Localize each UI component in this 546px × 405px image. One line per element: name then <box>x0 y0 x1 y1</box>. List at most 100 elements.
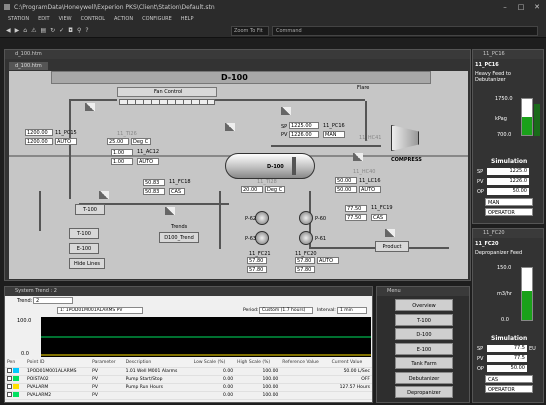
display-tab[interactable]: d_100.htm <box>5 50 470 59</box>
ac12-mode[interactable]: AUTO <box>137 158 159 165</box>
pump-p61: P-61 <box>315 236 327 242</box>
print-icon[interactable]: ▤ <box>40 27 46 34</box>
nav-button[interactable]: D-100 <box>395 328 453 340</box>
fc18-sp[interactable]: 50.83 <box>143 179 165 186</box>
checkbox[interactable] <box>7 391 12 397</box>
menu-item[interactable]: STATION <box>8 16 29 22</box>
valve-icon[interactable] <box>385 229 395 237</box>
back-icon[interactable]: ◀ <box>6 27 11 34</box>
vessel-level <box>292 157 296 175</box>
check-icon[interactable]: ✓ <box>59 27 64 34</box>
fc19-pv: 77.50 <box>345 214 367 221</box>
mode-select[interactable]: MAN <box>485 198 533 206</box>
pen-cell[interactable] <box>5 391 26 400</box>
nav-button[interactable]: Tank Farm <box>395 357 453 369</box>
table-row[interactable]: PVALARM PV Pump Run Hours 0.00 100.00 127.57 … <box>5 383 372 392</box>
home-icon[interactable]: ⌂ <box>23 27 27 34</box>
t100-nav-button[interactable]: T-100 <box>69 228 99 239</box>
pen-swatch <box>13 383 20 389</box>
checkbox[interactable] <box>7 383 12 389</box>
fc19-sp[interactable]: 77.50 <box>345 205 367 212</box>
close-button[interactable]: ✕ <box>530 1 544 12</box>
menu-item[interactable]: CONTROL <box>81 16 105 22</box>
lock-icon[interactable]: ◘ <box>68 27 73 34</box>
table-cell: 100.00 <box>235 375 281 384</box>
checkbox[interactable] <box>7 375 12 381</box>
fp2-op[interactable]: 50.00 <box>487 365 527 372</box>
nav-button[interactable]: T-100 <box>395 313 453 326</box>
column-header[interactable]: Pen <box>5 359 26 368</box>
inner-tab[interactable]: d_100.htm <box>9 62 48 70</box>
period-label: Period: <box>243 308 259 313</box>
table-row[interactable]: PVALARM2 PV 0.00 100.00 <box>5 391 372 400</box>
command-input[interactable]: Command <box>272 26 538 36</box>
pc16-mode[interactable]: MAN <box>323 131 345 138</box>
pc15-sp[interactable]: 1200.00 <box>25 129 53 136</box>
valve-icon[interactable] <box>165 207 175 215</box>
alarm-icon[interactable]: ⚠ <box>31 27 36 34</box>
maximize-button[interactable]: □ <box>514 1 528 12</box>
minimize-button[interactable]: – <box>498 1 512 12</box>
table-row[interactable]: 1POD01M001ALARMS PV 1.01 Well M001 Alarms 0… <box>5 367 372 376</box>
pen-cell[interactable] <box>5 367 26 376</box>
column-header[interactable]: Parameter <box>90 359 124 368</box>
fc21-sp[interactable]: 57.80 <box>247 257 267 264</box>
pc16-sp[interactable]: 1225.00 <box>289 122 319 129</box>
column-header[interactable]: Description <box>123 359 192 368</box>
pipe <box>39 191 41 231</box>
nav-button[interactable]: E-100 <box>395 342 453 355</box>
ac12-sp[interactable]: 1.00 <box>111 149 133 156</box>
product-button[interactable]: Product <box>375 241 409 252</box>
column-header[interactable]: High Scale (%) <box>235 359 281 368</box>
fc20-sp[interactable]: 57.80 <box>295 257 315 264</box>
pc15-mode[interactable]: AUTO <box>55 138 77 145</box>
column-header[interactable]: Reference Value <box>280 359 330 368</box>
column-header[interactable]: Low Scale (%) <box>191 359 236 368</box>
valve-icon[interactable] <box>353 153 363 161</box>
point-select[interactable]: 1: 1POD01M001ALARMS PV <box>57 307 143 314</box>
nav-panel: Menu Overview T-100 D-100 E-100 Tank Farm Deb… <box>376 286 470 403</box>
nav-button[interactable]: Overview <box>395 299 453 311</box>
nav-button[interactable]: Debutanizer <box>395 371 453 384</box>
table-row[interactable]: POISTA02 PV Pump Start/Stop 0.00 100.00 OFF <box>5 375 372 384</box>
fp2-sp[interactable]: 77.5 <box>487 345 527 352</box>
role-select[interactable]: OPERATOR <box>485 208 533 216</box>
menu-item[interactable]: EDIT <box>38 16 50 22</box>
checkbox[interactable] <box>7 367 12 373</box>
menu-item[interactable]: VIEW <box>59 16 72 22</box>
menu-item[interactable]: CONFIGURE <box>142 16 172 22</box>
interval-select[interactable]: 1 min <box>337 307 367 314</box>
e100-nav-button[interactable]: E-100 <box>69 243 99 254</box>
fc20-mode[interactable]: AUTO <box>317 257 339 264</box>
role-select[interactable]: OPERATOR <box>485 385 533 393</box>
mode-select[interactable]: CAS <box>485 375 533 383</box>
help-icon[interactable]: ? <box>85 27 88 34</box>
forward-icon[interactable]: ▶ <box>15 27 20 34</box>
valve-icon[interactable] <box>85 103 95 111</box>
fp1-op[interactable]: 50.00 <box>487 188 529 195</box>
period-select[interactable]: Custom (1.7 hours) <box>259 307 313 314</box>
column-header[interactable]: Current Value <box>329 359 372 368</box>
lc16-sp[interactable]: 50.00 <box>335 177 357 184</box>
lc16-mode[interactable]: AUTO <box>359 186 381 193</box>
valve-icon[interactable] <box>99 191 109 199</box>
fp1-sp[interactable]: 1225.0 <box>487 168 529 175</box>
valve-icon[interactable] <box>281 107 291 115</box>
pen-cell[interactable] <box>5 383 26 392</box>
pen-cell[interactable] <box>5 375 26 384</box>
fc19-mode[interactable]: CAS <box>371 214 387 221</box>
zoom-select[interactable]: Zoom To Fit <box>231 26 269 36</box>
d100-trend-button[interactable]: D100_Trend <box>159 232 199 243</box>
menu-item[interactable]: ACTION <box>114 16 133 22</box>
valve-icon[interactable] <box>225 123 235 131</box>
nav-button[interactable]: Depropanizer <box>395 386 453 398</box>
fc18-mode[interactable]: CAS <box>169 188 185 195</box>
hide-lines-button[interactable]: Hide Lines <box>69 258 105 269</box>
t100-button[interactable]: T-100 <box>75 204 105 215</box>
table-cell: PV <box>90 391 124 400</box>
column-header[interactable]: Point ID <box>25 359 91 368</box>
search-icon[interactable]: ⚲ <box>77 27 81 34</box>
refresh-icon[interactable]: ↻ <box>50 27 55 34</box>
menu-item[interactable]: HELP <box>181 16 194 22</box>
trend-number[interactable]: 2 <box>33 297 73 304</box>
